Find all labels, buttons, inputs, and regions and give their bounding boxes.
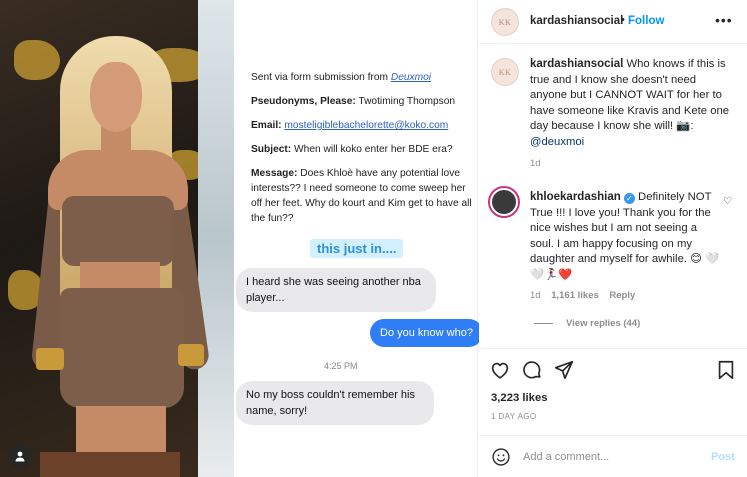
comment-bar: Post — [479, 435, 747, 477]
sent-via-line: Sent via form submission from Deuxmoi — [251, 70, 475, 85]
post-time[interactable]: 1 DAY AGO — [491, 412, 537, 421]
form-submission: Sent via form submission from Deuxmoi Ps… — [251, 70, 475, 235]
reply-time[interactable]: 1d — [530, 290, 541, 301]
message-timestamp: 4:25 PM — [324, 361, 358, 371]
separator-dot: • — [621, 14, 625, 26]
caption-avatar[interactable]: KK — [491, 58, 519, 86]
reply-username[interactable]: khloekardashian — [530, 191, 621, 203]
email-line: Email: mosteligiblebachelorette@koko.com — [251, 118, 475, 133]
more-icon[interactable]: ••• — [715, 12, 733, 28]
subject-value: When will koko enter her BDE era? — [291, 144, 453, 155]
comment-input[interactable] — [523, 448, 703, 466]
avatar-image — [492, 190, 516, 214]
message-line: Message: Does Khloè have any potential l… — [251, 166, 475, 226]
reply-avatar[interactable] — [488, 186, 520, 218]
instagram-post: Sent via form submission from Deuxmoi Ps… — [0, 0, 747, 477]
gold-cuff — [178, 344, 204, 366]
caption-time[interactable]: 1d — [530, 158, 541, 169]
pseudonyms-line: Pseudonyms, Please: Twotiming Thompson — [251, 94, 475, 109]
email-link[interactable]: mosteligiblebachelorette@koko.com — [284, 120, 448, 131]
subject-label: Subject: — [251, 144, 292, 155]
incoming-message: I heard she was seeing another nba playe… — [236, 268, 436, 312]
subject-line: Subject: When will koko enter her BDE er… — [251, 142, 475, 157]
heart-icon[interactable] — [489, 359, 511, 381]
message-label: Message: — [251, 168, 298, 179]
view-replies-divider — [534, 323, 553, 324]
post-photo[interactable] — [0, 0, 234, 477]
pseudonyms-value: Twotiming Thompson — [355, 96, 456, 107]
person-tag-icon[interactable] — [8, 444, 32, 468]
mirror-panel — [198, 0, 234, 477]
share-icon[interactable] — [553, 359, 575, 381]
email-label: Email: — [251, 120, 282, 131]
follow-button[interactable]: Follow — [628, 15, 664, 27]
post-comment-button[interactable]: Post — [711, 451, 735, 463]
header-username[interactable]: kardashiansocial — [530, 15, 623, 27]
figure-skirt — [60, 288, 184, 408]
verified-icon: ✓ — [623, 193, 635, 204]
deuxmoi-link[interactable]: Deuxmoi — [391, 72, 431, 83]
reply-button[interactable]: Reply — [609, 290, 635, 301]
caption: kardashiansocial Who knows if this is tr… — [530, 57, 735, 150]
sent-via-text: Sent via form submission from — [251, 72, 391, 83]
just-in-banner: this just in.... — [310, 239, 404, 258]
gold-mural-shape — [14, 40, 60, 80]
caption-mention[interactable]: @deuxmoi — [530, 136, 584, 148]
figure-dress-top — [62, 196, 174, 266]
caption-username[interactable]: kardashiansocial — [530, 58, 623, 70]
comment-like-heart-icon[interactable]: ♡ — [723, 196, 732, 207]
post-likes[interactable]: 3,223 likes — [491, 392, 548, 404]
avatar[interactable]: KK — [491, 8, 519, 36]
reply-meta: 1d 1,161 likes Reply — [530, 290, 643, 301]
figure-face — [90, 62, 142, 132]
view-replies-button[interactable]: View replies (44) — [566, 318, 640, 329]
pseudonyms-label: Pseudonyms, Please: — [251, 96, 356, 107]
gold-cuff — [36, 348, 64, 370]
post-header: KK kardashiansocial • Follow ••• — [479, 0, 747, 44]
bookmark-icon[interactable] — [715, 359, 737, 381]
emoji-icon[interactable] — [491, 447, 511, 467]
incoming-message: No my boss couldn't remember his name, s… — [236, 381, 434, 425]
figure-boots — [40, 452, 180, 477]
post-sidebar: KK kardashiansocial • Follow ••• KK kard… — [479, 0, 747, 477]
reply-comment: khloekardashian ✓ Definitely NOT True !!… — [530, 190, 720, 283]
reply-likes[interactable]: 1,161 likes — [551, 290, 599, 301]
outgoing-message: Do you know who? — [370, 319, 483, 347]
action-bar — [479, 348, 747, 388]
comment-icon[interactable] — [521, 359, 543, 381]
